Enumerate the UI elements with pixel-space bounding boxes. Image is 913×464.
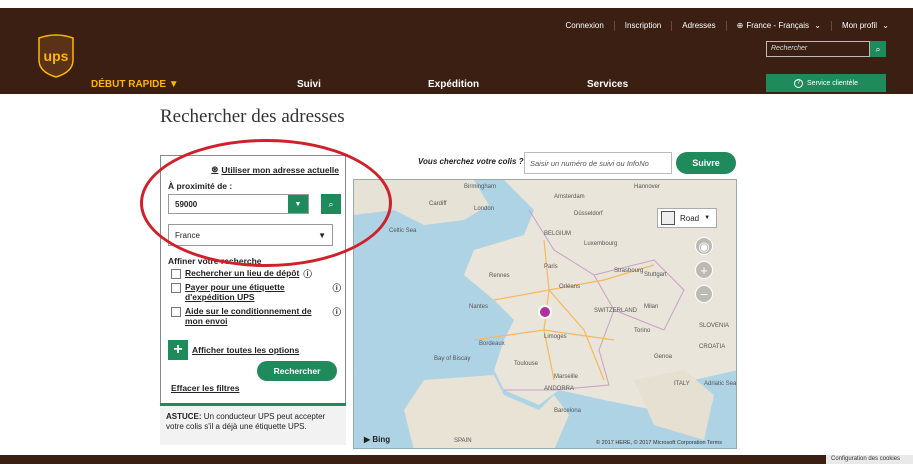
map-place-label: Orléans	[559, 284, 580, 290]
red-highlight-ellipse	[140, 139, 392, 267]
page: Connexion Inscription Adresses ⊕ France -…	[0, 0, 913, 464]
language-label: France - Français	[746, 21, 809, 30]
option-pay-label[interactable]: Payer pour une étiquette d'expédition UP…	[171, 282, 341, 302]
tracking-question: Vous cherchez votre colis ?	[418, 157, 524, 166]
cookie-settings-button[interactable]: Configuration des cookies	[826, 455, 913, 464]
search-button[interactable]: Rechercher	[257, 361, 337, 381]
map-place-label: SWITZERLAND	[594, 308, 638, 314]
top-nav: Connexion Inscription Adresses ⊕ France -…	[556, 21, 899, 31]
plus-icon[interactable]: +	[168, 340, 188, 360]
checkbox[interactable]	[171, 307, 181, 317]
header-search: Rechercher ⌕	[766, 41, 886, 57]
map-place-label: ANDORRA	[544, 386, 574, 392]
site-header: Connexion Inscription Adresses ⊕ France -…	[0, 8, 913, 94]
addresses-link[interactable]: Adresses	[671, 21, 725, 31]
page-title: Rechercher des adresses	[160, 106, 345, 127]
map-place-label: Limoges	[544, 334, 567, 340]
map-place-label: Amsterdam	[554, 194, 585, 200]
map-place-label: Torino	[634, 328, 651, 334]
tip-box: ASTUCE: Un conducteur UPS peut accepter …	[160, 403, 346, 445]
checkbox[interactable]	[171, 269, 181, 279]
option-label: Payer pour une étiquette d'expédition UP…	[185, 282, 285, 302]
map-style-selector[interactable]: Road ▼	[657, 208, 717, 228]
customer-service-button[interactable]: ? Service clientèle	[766, 74, 886, 92]
profile-menu[interactable]: Mon profil ⌄	[830, 21, 899, 31]
ups-logo[interactable]: ups	[37, 34, 75, 78]
map-place-label: Hannover	[634, 184, 660, 190]
clear-filters-link[interactable]: Effacer les filtres	[171, 383, 240, 393]
map-style-label: Road	[680, 213, 700, 223]
tracking-input[interactable]: Saisir un numéro de suivi ou InfoNo	[524, 152, 672, 174]
language-selector[interactable]: ⊕ France - Français ⌄	[725, 21, 831, 31]
nav-shipping[interactable]: Expédition	[428, 79, 479, 90]
show-all-options-link[interactable]: Afficher toutes les options	[192, 345, 299, 355]
locate-icon[interactable]: ◉	[695, 237, 713, 255]
map-place-label: Genoa	[654, 354, 673, 360]
quick-start-label: DÉBUT RAPIDE	[91, 79, 167, 90]
bing-label: Bing	[372, 435, 391, 444]
map-place-label: Marseille	[554, 374, 579, 380]
map-style-icon	[661, 211, 675, 225]
bing-logo: ▶ Bing	[364, 435, 391, 444]
profile-label: Mon profil	[841, 21, 878, 30]
option-label: Aide sur le conditionnement de mon envoi	[185, 306, 312, 326]
map-place-label: ITALY	[674, 381, 690, 387]
info-icon[interactable]: ⓘ	[332, 282, 341, 302]
help-icon: ?	[794, 78, 804, 88]
map-place-label: CROATIA	[699, 344, 725, 350]
caret-down-icon: ▼	[704, 215, 711, 221]
map-place-label: Barcelona	[554, 408, 582, 414]
map-place-label: Milan	[644, 304, 658, 310]
search-icon[interactable]: ⌕	[870, 41, 886, 57]
chevron-down-icon: ⌄	[882, 21, 889, 30]
map-place-label: Strasbourg	[614, 268, 643, 274]
map[interactable]: Birmingham London Cardiff Amsterdam Hannover…	[353, 179, 737, 449]
login-link[interactable]: Connexion	[556, 21, 614, 31]
signup-link[interactable]: Inscription	[613, 21, 671, 31]
map-place-label: Bordeaux	[479, 341, 505, 347]
map-place-label: Nantes	[469, 304, 488, 310]
map-place-label: SLOVENIA	[699, 323, 729, 329]
header-search-input[interactable]: Rechercher	[766, 41, 870, 57]
top-margin	[0, 0, 913, 8]
track-button[interactable]: Suivre	[676, 152, 736, 174]
info-icon[interactable]: ⓘ	[303, 268, 312, 280]
globe-icon: ⊕	[736, 21, 744, 30]
map-place-label: Düsseldorf	[574, 211, 603, 217]
map-place-label: Luxembourg	[584, 241, 617, 247]
nav-tracking[interactable]: Suivi	[297, 79, 321, 90]
map-place-label: Paris	[544, 264, 558, 270]
quick-start-menu[interactable]: DÉBUT RAPIDE ▼	[91, 79, 179, 90]
option-label: Rechercher un lieu de dépôt	[185, 268, 300, 278]
caret-down-icon: ▼	[168, 79, 179, 90]
customer-service-label: Service clientèle	[807, 79, 858, 87]
chevron-down-icon: ⌄	[814, 21, 821, 30]
map-place-label: Cardiff	[429, 201, 447, 207]
main-nav: DÉBUT RAPIDE ▼ Suivi Expédition Services	[0, 79, 700, 93]
map-place-label: SPAIN	[454, 438, 472, 444]
map-place-label: Adriatic Sea	[704, 381, 737, 387]
map-copyright: © 2017 HERE, © 2017 Microsoft Corporatio…	[595, 440, 722, 446]
map-place-label: Celtic Sea	[389, 228, 417, 234]
zoom-in-icon[interactable]: +	[695, 261, 713, 279]
option-drop-off[interactable]: Rechercher un lieu de dépôt ⓘ	[171, 268, 341, 280]
map-place-label: Birmingham	[464, 184, 496, 190]
map-place-label: Bay of Biscay	[434, 356, 470, 362]
footer-bar	[0, 455, 913, 464]
tip-label: ASTUCE:	[166, 412, 202, 421]
info-icon[interactable]: ⓘ	[332, 306, 341, 326]
zoom-out-icon[interactable]: −	[695, 285, 713, 303]
nav-services[interactable]: Services	[587, 79, 628, 90]
map-place-label: Toulouse	[514, 361, 539, 367]
svg-text:ups: ups	[44, 48, 69, 64]
map-place-label: BELGIUM	[544, 231, 571, 237]
map-place-label: London	[474, 206, 494, 212]
checkbox[interactable]	[171, 283, 181, 293]
option-packaging-help[interactable]: Aide sur le conditionnement de mon envoi…	[171, 306, 341, 326]
map-place-label: Rennes	[489, 273, 510, 279]
map-place-label: Stuttgart	[644, 272, 667, 278]
